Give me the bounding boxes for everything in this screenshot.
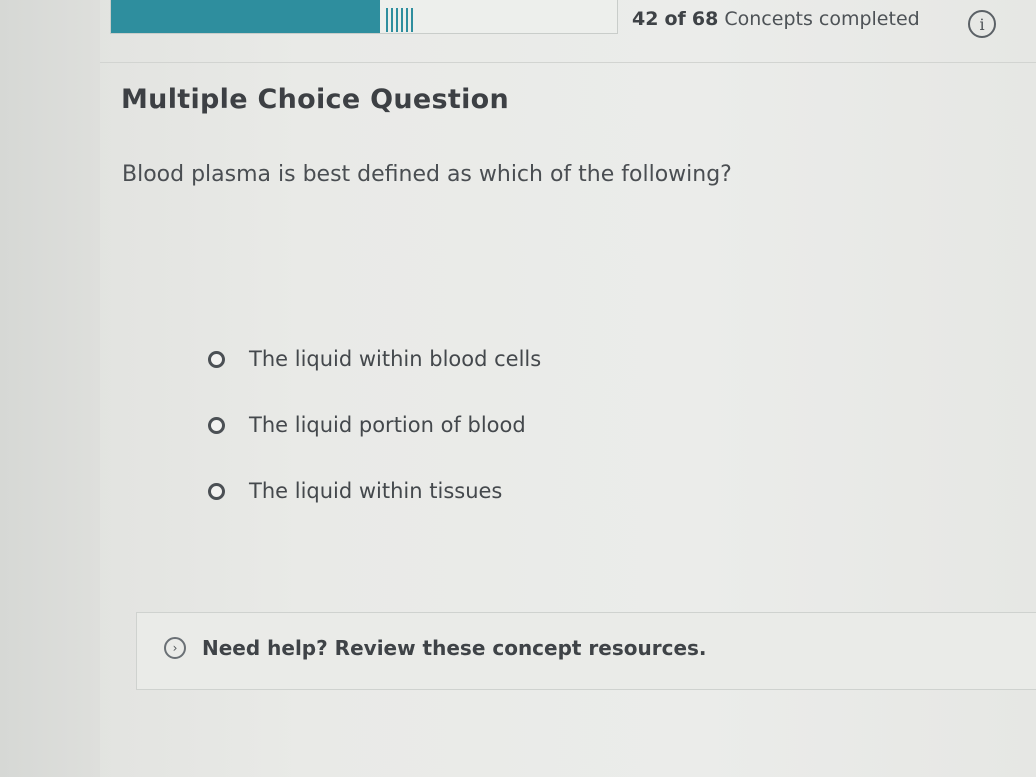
answer-option-2[interactable]: The liquid portion of blood <box>208 392 768 458</box>
answer-option-label: The liquid within blood cells <box>249 347 542 371</box>
answer-options: The liquid within blood cells The liquid… <box>208 326 768 524</box>
answer-option-label: The liquid within tissues <box>249 479 503 503</box>
chevron-right-circle-icon: › <box>164 637 186 659</box>
info-icon[interactable]: i <box>968 10 996 38</box>
progress-fill <box>111 0 380 33</box>
progress-bar <box>110 0 618 34</box>
radio-button[interactable] <box>208 482 225 500</box>
answer-option-3[interactable]: The liquid within tissues <box>208 458 768 524</box>
help-resources-link[interactable]: › Need help? Review these concept resour… <box>164 636 707 660</box>
progress-segment-ticks <box>386 8 413 32</box>
question-type-heading: Multiple Choice Question <box>121 84 510 115</box>
question-prompt: Blood plasma is best defined as which of… <box>122 162 732 187</box>
progress-completed-count: 42 <box>632 8 659 30</box>
radio-button[interactable] <box>208 350 225 368</box>
left-gutter <box>0 0 100 777</box>
progress-suffix: Concepts completed <box>724 8 920 30</box>
progress-total-count: 68 <box>691 8 719 30</box>
radio-button[interactable] <box>208 416 225 434</box>
help-resources-label: Need help? Review these concept resource… <box>202 636 707 660</box>
page: 42 of 68 Concepts completed i Multiple C… <box>0 0 1036 777</box>
progress-status: 42 of 68 Concepts completed <box>632 8 920 30</box>
answer-option-label: The liquid portion of blood <box>249 413 526 437</box>
progress-of-label: of <box>664 8 686 30</box>
answer-option-1[interactable]: The liquid within blood cells <box>208 326 768 392</box>
